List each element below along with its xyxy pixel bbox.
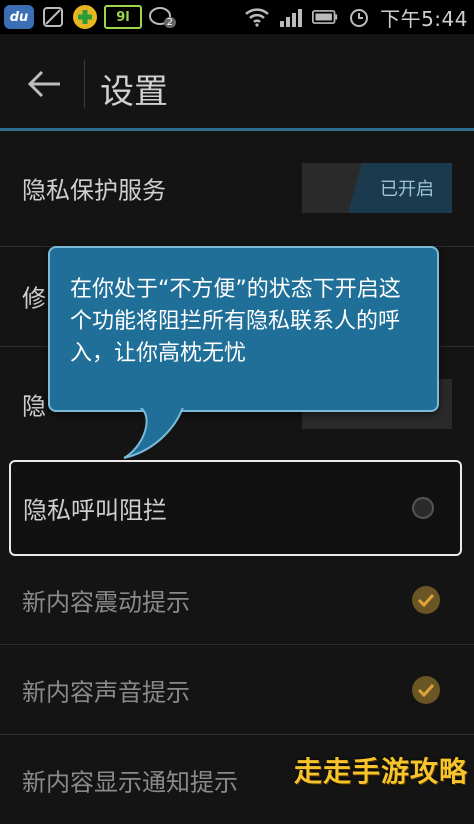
- vibrate-checkbox[interactable]: [412, 586, 440, 614]
- check-icon: [417, 593, 435, 607]
- call-block-row[interactable]: 隐私呼叫阻拦: [9, 460, 462, 556]
- du-app-icon: du: [4, 5, 34, 29]
- vibrate-row[interactable]: 新内容震动提示: [0, 556, 474, 644]
- settings-row-3-label: 隐: [22, 392, 46, 421]
- call-block-radio[interactable]: [412, 497, 434, 519]
- row-separator: [0, 734, 474, 735]
- plus-app-icon: [72, 5, 98, 29]
- notification-label: 新内容显示通知提示: [22, 768, 238, 797]
- sound-label: 新内容声音提示: [22, 678, 190, 707]
- privacy-service-label: 隐私保护服务: [22, 176, 166, 205]
- action-bar-underline: [0, 128, 474, 131]
- alarm-icon: [346, 6, 372, 28]
- battery-level-icon: 9l: [104, 5, 142, 29]
- tooltip-tail: [122, 404, 188, 459]
- action-bar: 设置: [0, 34, 474, 130]
- switch-state-label: 已开启: [348, 163, 452, 213]
- signal-strength-icon: [278, 6, 304, 28]
- row-separator: [0, 644, 474, 645]
- battery-icon: [312, 6, 338, 28]
- watermark-logo: 走走手游攻略: [293, 755, 468, 788]
- settings-row-2-label: 修: [22, 284, 46, 313]
- check-icon: [417, 683, 435, 697]
- call-block-label: 隐私呼叫阻拦: [23, 496, 167, 525]
- tooltip-text: 在你处于“不方便”的状态下开启这个功能将阻拦所有隐私联系人的呼入，让你高枕无忧: [70, 277, 401, 366]
- privacy-service-row[interactable]: 隐私保护服务 已开启: [0, 144, 474, 232]
- back-button[interactable]: [14, 54, 74, 114]
- back-arrow-icon: [27, 70, 60, 98]
- info-tooltip: 在你处于“不方便”的状态下开启这个功能将阻拦所有隐私联系人的呼入，让你高枕无忧: [48, 246, 439, 412]
- privacy-service-switch[interactable]: 已开启: [302, 163, 452, 213]
- badge-count: 2: [163, 17, 176, 28]
- vibrate-label: 新内容震动提示: [22, 588, 190, 617]
- message-badge-icon: 2: [148, 6, 176, 28]
- page-title: 设置: [100, 72, 168, 112]
- no-signal-icon: [40, 6, 66, 28]
- sound-row[interactable]: 新内容声音提示: [0, 646, 474, 734]
- wifi-icon: [244, 6, 270, 28]
- action-bar-divider: [84, 60, 85, 108]
- status-bar: du 9l 2 下午5:44: [0, 0, 474, 34]
- sound-checkbox[interactable]: [412, 676, 440, 704]
- status-time: 下午5:44: [380, 6, 468, 31]
